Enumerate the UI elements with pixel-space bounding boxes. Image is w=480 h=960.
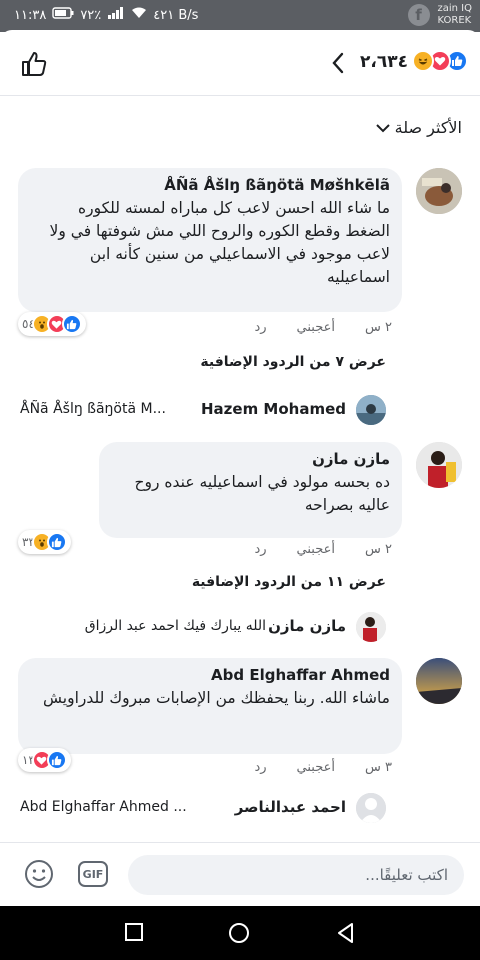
- clock: ١١:٣٨: [14, 7, 47, 23]
- comment-reactions[interactable]: ٥٤: [18, 312, 86, 336]
- reply-preview-row[interactable]: مازن مازن الله يبارك فيك احمد عبد الرزاق: [20, 612, 386, 644]
- like-icon[interactable]: [20, 50, 48, 82]
- carrier-name: zain IQ: [437, 3, 473, 14]
- avatar: [356, 395, 386, 425]
- reply-link[interactable]: رد: [254, 542, 266, 557]
- reaction-count[interactable]: ٢،٦٣٤: [360, 52, 408, 72]
- recents-icon[interactable]: [124, 922, 144, 946]
- comment-bubble[interactable]: ÅÑã Åšlŋ ßãŋötä Møšhkēlã ما شاء الله احس…: [18, 168, 402, 312]
- comment-reactions[interactable]: ٣٣: [18, 530, 71, 554]
- view-more-replies[interactable]: عرض ٧ من الردود الإضافية: [200, 354, 386, 370]
- comment-input-bar: GIF: [0, 842, 480, 906]
- comment-bubble[interactable]: Abd Elghaffar Ahmed ماشاء الله. ربنا يحف…: [18, 658, 402, 754]
- like-reaction-icon: [46, 750, 67, 770]
- comment-text: ده بحسه مولود في اسماعيليه عنده روح عالي…: [134, 473, 391, 514]
- comment-author[interactable]: Abd Elghaffar Ahmed: [30, 666, 390, 684]
- emoji-icon[interactable]: [24, 859, 54, 893]
- avatar[interactable]: [416, 442, 462, 488]
- system-nav-bar: [0, 906, 480, 960]
- like-link[interactable]: أعجبني: [297, 542, 335, 557]
- home-icon[interactable]: [228, 922, 250, 948]
- comment-author[interactable]: ÅÑã Åšlŋ ßãŋötä Møšhkēlã: [30, 176, 390, 194]
- comment-text: ما شاء الله احسن لاعب كل مباراه لمسته لل…: [49, 199, 390, 286]
- carrier-info: zain IQ KOREK: [438, 3, 473, 27]
- comment-bubble[interactable]: مازن مازن ده بحسه مولود في اسماعيليه عند…: [99, 442, 402, 538]
- like-reaction-icon: [61, 314, 82, 334]
- reply-link[interactable]: رد: [254, 760, 266, 775]
- comments-sheet: ٢،٦٣٤ الأكثر صلة ÅÑã Åšlŋ ßãŋötä Møšhkēl…: [0, 30, 480, 906]
- avatar[interactable]: [416, 658, 462, 704]
- battery-icon: [52, 7, 74, 23]
- avatar: [356, 793, 386, 823]
- like-link[interactable]: أعجبني: [297, 320, 335, 335]
- back-icon[interactable]: [336, 922, 356, 948]
- wifi-icon: [131, 7, 147, 23]
- reply-preview-row[interactable]: Hazem Mohamed ÅÑã Åšlŋ ßãŋötä M...: [20, 395, 386, 427]
- status-right: f zain IQ KOREK: [407, 3, 473, 27]
- chevron-down-icon: [375, 118, 391, 137]
- gif-button[interactable]: GIF: [78, 861, 108, 887]
- reply-author: مازن مازن: [268, 617, 346, 635]
- comment-actions: ٢ س أعجبني رد: [254, 542, 392, 557]
- like-reaction-icon: [46, 532, 67, 552]
- battery-level: ٧٢٪: [80, 7, 102, 23]
- reactions-header: ٢،٦٣٤: [0, 30, 480, 96]
- like-link[interactable]: أعجبني: [297, 760, 335, 775]
- status-bar: ١١:٣٨ ٧٢٪ ٤٢١ B/s f zain IQ KOREK: [0, 0, 480, 32]
- reaction-summary[interactable]: [412, 50, 468, 72]
- comment-actions: ٢ س أعجبني رد: [254, 320, 392, 335]
- status-left: ١١:٣٨ ٧٢٪ ٤٢١ B/s: [14, 7, 198, 23]
- chevron-left-icon[interactable]: [331, 52, 345, 78]
- reply-author: Hazem Mohamed: [200, 400, 346, 418]
- comment-reactions[interactable]: ١٣: [18, 748, 71, 772]
- comment-actions: ٣ س أعجبني رد: [254, 760, 392, 775]
- comment-time: ٢ س: [365, 320, 392, 335]
- comment-time: ٣ س: [365, 760, 392, 775]
- carrier-name-2: KOREK: [437, 15, 472, 26]
- comment-time: ٢ س: [365, 542, 392, 557]
- data-speed: ٤٢١ B/s: [153, 7, 199, 23]
- reply-text: Abd Elghaffar Ahmed ...: [20, 799, 187, 815]
- comment-author[interactable]: مازن مازن: [111, 450, 390, 468]
- reply-text: ÅÑã Åšlŋ ßãŋötä M...: [20, 401, 166, 417]
- reply-link[interactable]: رد: [254, 320, 266, 335]
- avatar: [356, 612, 386, 642]
- comment-input[interactable]: [128, 855, 464, 895]
- reply-text: الله يبارك فيك احمد عبد الرزاق: [84, 618, 266, 634]
- reply-preview-row[interactable]: احمد عبدالناصر Abd Elghaffar Ahmed ...: [20, 793, 386, 825]
- comment-text: ماشاء الله. ربنا يحفظك من الإصابات مبروك…: [43, 689, 390, 707]
- haha-reaction-icon: [412, 50, 434, 72]
- sort-label: الأكثر صلة: [394, 118, 462, 137]
- view-more-replies[interactable]: عرض ١١ من الردود الإضافية: [192, 574, 386, 590]
- reply-author: احمد عبدالناصر: [234, 798, 346, 816]
- sort-dropdown[interactable]: الأكثر صلة: [375, 118, 462, 137]
- facebook-notification-icon: f: [407, 4, 430, 26]
- signal-icon: [107, 7, 125, 23]
- avatar[interactable]: [416, 168, 462, 214]
